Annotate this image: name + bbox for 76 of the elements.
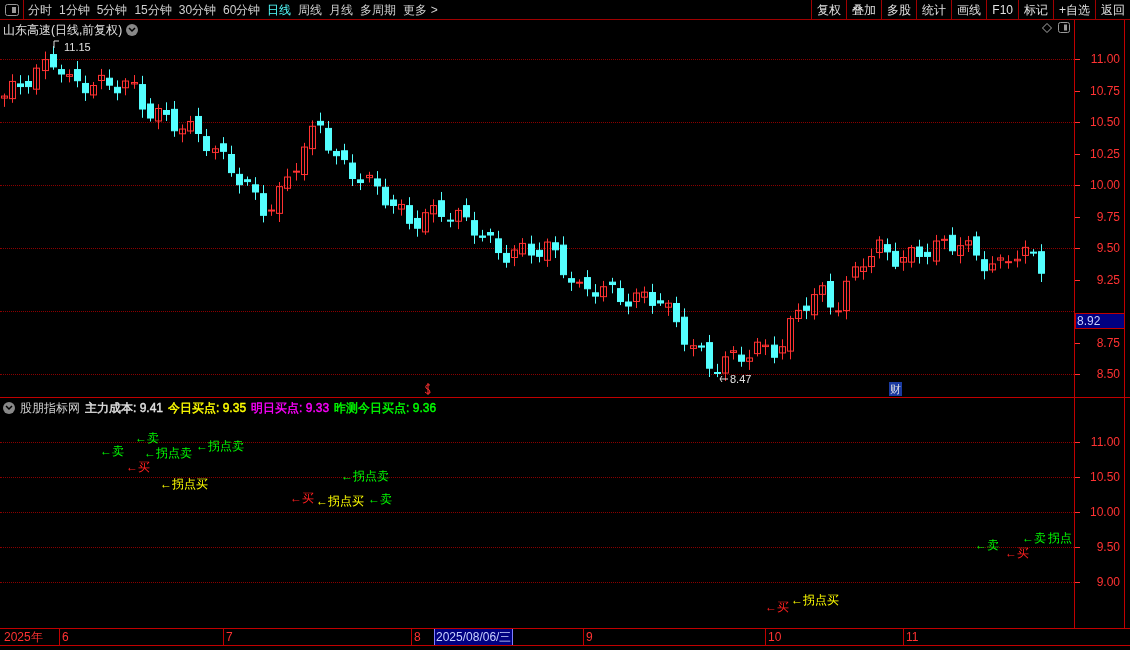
- axis-label: 8.75: [1096, 335, 1120, 350]
- event-marker-icon[interactable]: [424, 383, 432, 395]
- month-label: 8: [414, 629, 421, 645]
- toolbar-button[interactable]: 复权: [811, 0, 847, 19]
- period-tab[interactable]: 30分钟: [178, 0, 217, 19]
- chart-title: 山东高速(日线,前复权): [3, 22, 123, 39]
- high-price-marker: 11.15: [64, 40, 91, 55]
- buy-signal-label: ←买: [290, 492, 314, 505]
- dropdown-icon[interactable]: [126, 24, 139, 36]
- month-label: 9: [586, 629, 593, 645]
- cursor-date-label: 2025/08/06/三: [434, 629, 514, 645]
- axis-label: 10.00: [1089, 178, 1120, 192]
- axis-label: 9.00: [1096, 575, 1120, 589]
- dropdown-icon[interactable]: [3, 402, 15, 414]
- period-tab[interactable]: 日线: [267, 0, 292, 19]
- toolbar-button[interactable]: 返回: [1095, 0, 1130, 19]
- sell-signal-label: ←卖: [100, 445, 124, 458]
- sell-signal-label: ←卖: [368, 493, 392, 506]
- indicator-readout: 昨测今日买点: 9.36: [334, 400, 437, 417]
- buy-signal-label: ←拐点买: [160, 478, 208, 491]
- axis-label: 8.50: [1096, 367, 1120, 381]
- low-price-marker: 8.47: [730, 372, 752, 387]
- axis-label: 9.50: [1096, 540, 1120, 554]
- buy-signal-label: ←买: [1005, 547, 1029, 560]
- period-tab[interactable]: 分时: [28, 0, 52, 19]
- month-label: 11: [906, 629, 919, 645]
- period-tab[interactable]: 更多 >: [403, 0, 438, 19]
- panel-toggle-icon: [4, 3, 19, 16]
- toolbar-button[interactable]: 画线: [951, 0, 987, 19]
- toolbar-button[interactable]: F10: [986, 0, 1018, 19]
- sell-signal-label: ←卖: [975, 539, 999, 552]
- buy-signal-label: ←买: [765, 601, 789, 614]
- buy-signal-label: ←拐点买: [316, 495, 364, 508]
- axis-label: 10.25: [1089, 146, 1120, 161]
- month-label: 6: [62, 629, 69, 645]
- axis-label: 10.75: [1089, 83, 1120, 98]
- sell-signal-label: ←卖: [1022, 532, 1046, 545]
- indicator-readout: 今日买点: 9.35: [168, 400, 247, 417]
- indicator-name: 股朋指标网: [20, 400, 80, 417]
- sell-signal-label: 拐点: [1048, 532, 1072, 545]
- sell-signal-label: ←拐点卖: [341, 470, 389, 483]
- period-tab[interactable]: 1分钟: [59, 0, 90, 19]
- toolbar-button[interactable]: 标记: [1018, 0, 1053, 19]
- panel-toggle-icon[interactable]: [1058, 22, 1070, 33]
- indicator-readout: 主力成本: 9.41: [85, 400, 164, 417]
- sell-signal-label: ←卖: [135, 432, 159, 445]
- axis-label: 9.50: [1096, 241, 1120, 255]
- year-label: 2025年: [4, 629, 43, 645]
- month-label: 7: [226, 629, 233, 645]
- period-tab[interactable]: 月线: [329, 0, 354, 19]
- axis-label: 10.00: [1089, 505, 1120, 519]
- current-price-label: 8.92: [1075, 313, 1125, 330]
- axis-label: 11.00: [1090, 52, 1120, 66]
- arrow-icon: [719, 375, 729, 383]
- axis-label: 10.50: [1089, 470, 1120, 484]
- toolbar-button[interactable]: 叠加: [846, 0, 882, 19]
- month-label: 10: [768, 629, 782, 645]
- buy-signal-label: ←拐点买: [791, 594, 839, 607]
- diamond-icon[interactable]: [1042, 22, 1052, 33]
- period-tab[interactable]: 多周期: [360, 0, 397, 19]
- sell-signal-label: ←拐点卖: [196, 440, 244, 453]
- indicator-readout: 明日买点: 9.33: [251, 400, 330, 417]
- toolbar-button[interactable]: +自选: [1053, 0, 1095, 19]
- buy-signal-label: ←买: [126, 461, 150, 474]
- sell-signal-label: ←拐点卖: [144, 447, 192, 460]
- axis-label: 10.50: [1089, 115, 1120, 129]
- toolbar-button[interactable]: 多股: [881, 0, 917, 19]
- period-tab[interactable]: 15分钟: [134, 0, 172, 19]
- axis-label: 11.00: [1090, 435, 1120, 449]
- period-tab[interactable]: 周线: [298, 0, 323, 19]
- axis-label: 9.25: [1096, 272, 1120, 287]
- axis-label: 9.75: [1096, 209, 1120, 224]
- period-tab[interactable]: 60分钟: [223, 0, 261, 19]
- toolbar-button[interactable]: 统计: [916, 0, 952, 19]
- period-tab[interactable]: 5分钟: [96, 0, 128, 19]
- finance-badge[interactable]: 财: [889, 382, 902, 396]
